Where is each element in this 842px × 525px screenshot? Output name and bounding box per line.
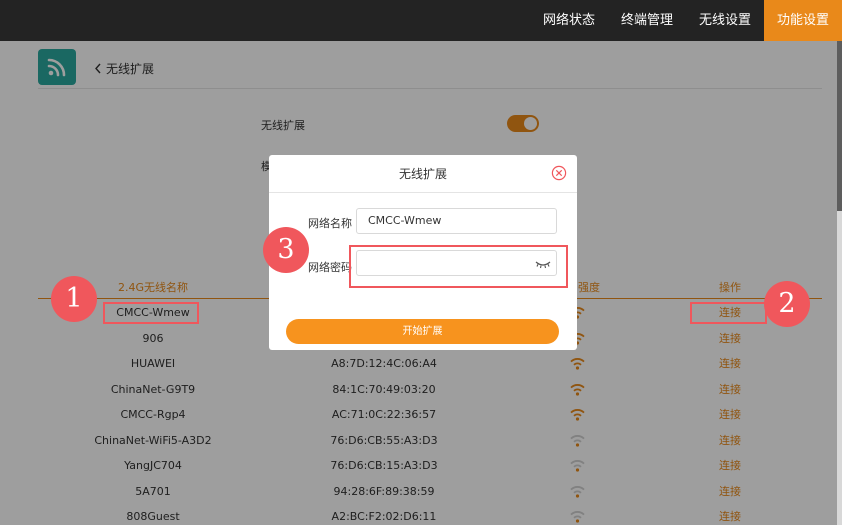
step-badge-1: 1 <box>51 276 97 322</box>
nav-item-function-settings[interactable]: 功能设置 <box>763 0 842 41</box>
dialog-title: 无线扩展 <box>398 167 447 181</box>
page-scrollbar[interactable] <box>837 41 842 525</box>
highlight-ssid <box>103 302 199 324</box>
password-field-label: 网络密码 <box>308 261 352 274</box>
ssid-input[interactable]: CMCC-Wmew <box>356 208 557 234</box>
dialog-header: 无线扩展 <box>269 155 577 193</box>
start-extend-button[interactable]: 开始扩展 <box>286 319 559 344</box>
scrollbar-thumb[interactable] <box>837 41 842 211</box>
step-badge-3: 3 <box>263 227 309 273</box>
top-nav-bar: 网络状态 终端管理 无线设置 功能设置 <box>0 0 842 41</box>
ssid-field-label: 网络名称 <box>308 217 352 230</box>
close-icon[interactable] <box>551 165 567 181</box>
highlight-password <box>349 245 568 288</box>
nav-item-device-management[interactable]: 终端管理 <box>608 0 686 41</box>
highlight-connect <box>690 302 767 324</box>
nav-item-wireless-settings[interactable]: 无线设置 <box>686 0 764 41</box>
nav-item-network-status[interactable]: 网络状态 <box>530 0 608 41</box>
step-badge-2: 2 <box>764 281 810 327</box>
main-nav: 网络状态 终端管理 无线设置 功能设置 <box>530 0 842 41</box>
